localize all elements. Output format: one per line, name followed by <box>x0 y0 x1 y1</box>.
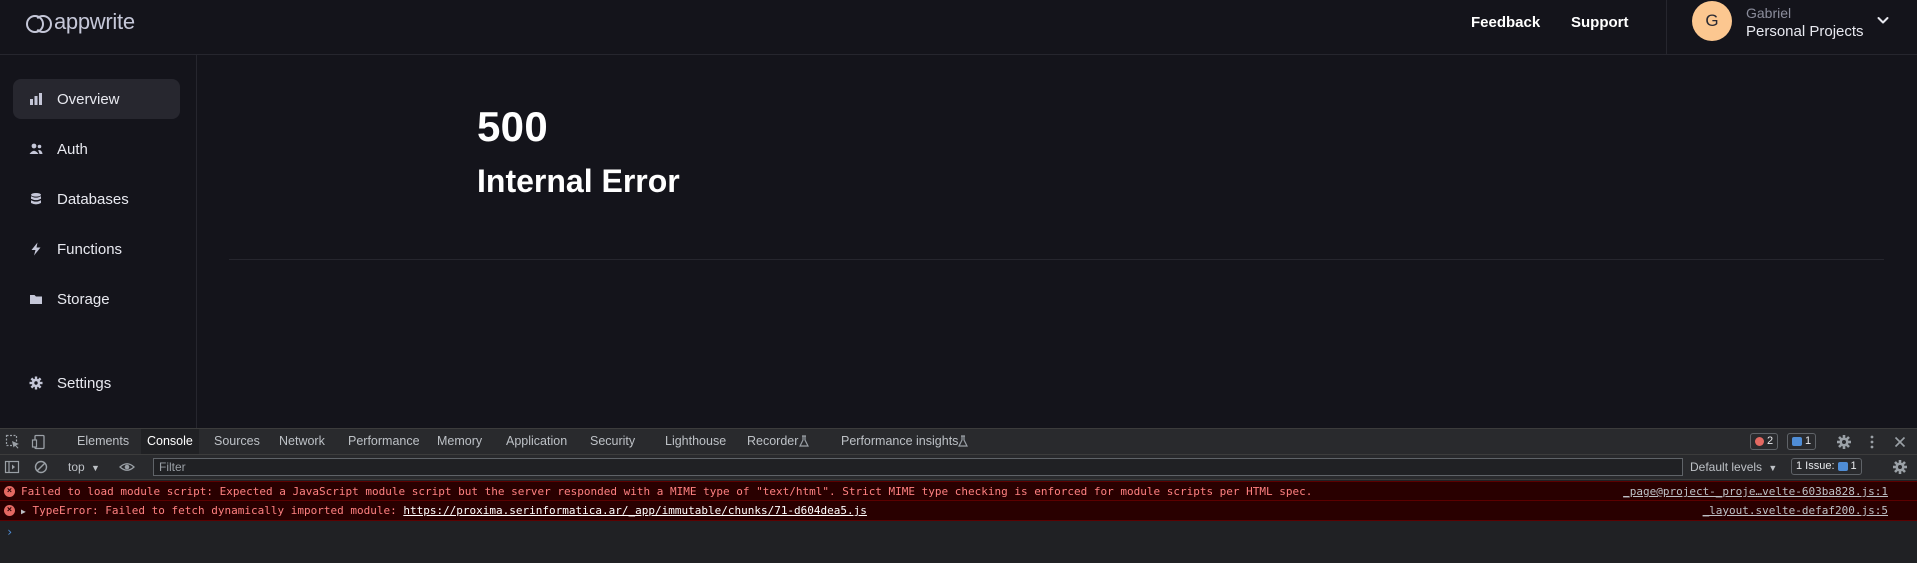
appwrite-logo-icon <box>26 14 52 33</box>
error-icon: × <box>4 486 15 497</box>
console-error-row: × Failed to load module script: Expected… <box>0 481 1917 501</box>
sidebar-item-label: Settings <box>57 374 112 392</box>
console-error-row: × ▶ TypeError: Failed to fetch dynamical… <box>0 501 1917 521</box>
message-count-badge[interactable]: 1 <box>1787 433 1817 450</box>
expand-triangle-icon[interactable]: ▶ <box>21 507 26 516</box>
console-settings-gear-icon[interactable] <box>1892 459 1908 475</box>
tab-recorder[interactable]: Recorder <box>741 429 804 454</box>
flask-icon <box>958 435 968 447</box>
dropdown-arrow-icon: ▼ <box>1768 463 1778 473</box>
tab-performance[interactable]: Performance <box>342 429 426 454</box>
error-icon: × <box>4 505 15 516</box>
clear-console-icon[interactable] <box>33 459 49 475</box>
feedback-link[interactable]: Feedback <box>1471 14 1540 31</box>
tab-security[interactable]: Security <box>584 429 641 454</box>
appwrite-logo[interactable]: appwrite <box>26 10 135 34</box>
sidebar-item-databases[interactable]: Databases <box>13 179 180 219</box>
eye-icon[interactable] <box>119 459 135 475</box>
error-count: 2 <box>1767 435 1774 447</box>
console-source-link[interactable]: _layout.svelte-defaf200.js:5 <box>1703 501 1888 520</box>
context-selector[interactable]: top ▼ <box>68 460 100 474</box>
sidebar-item-label: Overview <box>57 90 120 108</box>
console-error-message: ▶ TypeError: Failed to fetch dynamically… <box>21 501 867 521</box>
devtools-tabbar: Elements Console Sources Network Perform… <box>0 429 1917 455</box>
tab-console[interactable]: Console <box>141 429 199 454</box>
sidebar-item-storage[interactable]: Storage <box>13 279 180 319</box>
log-levels-value: Default levels <box>1690 460 1763 474</box>
inspect-element-icon[interactable] <box>5 434 21 450</box>
error-count-badge[interactable]: 2 <box>1750 433 1779 450</box>
issues-label: 1 Issue: <box>1796 460 1835 472</box>
show-sidebar-icon[interactable] <box>4 459 20 475</box>
chevron-down-icon[interactable] <box>1875 12 1891 28</box>
avatar[interactable]: G <box>1692 1 1732 41</box>
tab-memory[interactable]: Memory <box>431 429 488 454</box>
error-prefix: TypeError: Failed to fetch dynamically i… <box>32 504 404 517</box>
error-code: 500 <box>477 103 548 150</box>
user-name[interactable]: Gabriel <box>1746 5 1791 21</box>
tab-network[interactable]: Network <box>273 429 331 454</box>
console-toolbar: top ▼ Filter Default levels ▼ 1 Issue: 1 <box>0 455 1917 480</box>
error-title: Internal Error <box>477 163 680 199</box>
chart-bar-icon <box>29 92 43 106</box>
sidebar-item-settings[interactable]: Settings <box>13 363 180 403</box>
sidebar-item-label: Auth <box>57 140 88 158</box>
context-selector-value: top <box>68 460 85 474</box>
message-badge-icon <box>1792 437 1802 446</box>
dropdown-arrow-icon: ▼ <box>91 463 100 473</box>
flask-icon <box>799 435 809 447</box>
users-icon <box>29 142 43 156</box>
tab-elements[interactable]: Elements <box>71 429 135 454</box>
tab-application[interactable]: Application <box>500 429 573 454</box>
console-source-link[interactable]: _page@project-_proje…velte-603ba828.js:1 <box>1623 482 1888 501</box>
message-count: 1 <box>1805 435 1812 447</box>
project-name[interactable]: Personal Projects <box>1746 23 1864 40</box>
top-header: appwrite Feedback Support G Gabriel Pers… <box>0 0 1917 55</box>
database-icon <box>29 192 43 206</box>
message-badge-icon <box>1837 462 1848 471</box>
devtools-panel: Elements Console Sources Network Perform… <box>0 428 1917 563</box>
gear-icon <box>29 376 43 390</box>
more-options-icon[interactable] <box>1864 434 1880 450</box>
issues-button[interactable]: 1 Issue: 1 <box>1791 458 1862 475</box>
filter-input[interactable]: Filter <box>153 458 1683 476</box>
issues-count: 1 <box>1850 460 1857 472</box>
close-icon[interactable] <box>1892 434 1908 450</box>
support-link[interactable]: Support <box>1571 14 1629 31</box>
sidebar: Overview Auth Databases Functions Storag… <box>0 55 197 428</box>
sidebar-item-label: Storage <box>57 290 110 308</box>
logo-text: appwrite <box>54 9 135 34</box>
sidebar-item-label: Functions <box>57 240 123 258</box>
device-toolbar-icon[interactable] <box>31 434 47 450</box>
lightning-icon <box>29 242 43 256</box>
console-prompt[interactable]: › <box>6 525 13 539</box>
sidebar-item-label: Databases <box>57 190 129 208</box>
gear-icon[interactable] <box>1836 434 1852 450</box>
content-divider <box>229 259 1884 260</box>
folder-icon <box>29 292 43 306</box>
tab-performance-insights[interactable]: Performance insights <box>835 429 964 454</box>
tab-lighthouse[interactable]: Lighthouse <box>659 429 732 454</box>
log-levels-dropdown[interactable]: Default levels ▼ <box>1690 460 1777 474</box>
error-badge-icon <box>1755 437 1764 446</box>
sidebar-item-functions[interactable]: Functions <box>13 229 180 269</box>
sidebar-item-auth[interactable]: Auth <box>13 129 180 169</box>
sidebar-item-overview[interactable]: Overview <box>13 79 180 119</box>
tab-sources[interactable]: Sources <box>208 429 266 454</box>
header-divider <box>1666 0 1667 55</box>
console-error-message: Failed to load module script: Expected a… <box>21 485 1313 498</box>
module-url-link[interactable]: https://proxima.serinformatica.ar/_app/i… <box>403 504 867 517</box>
